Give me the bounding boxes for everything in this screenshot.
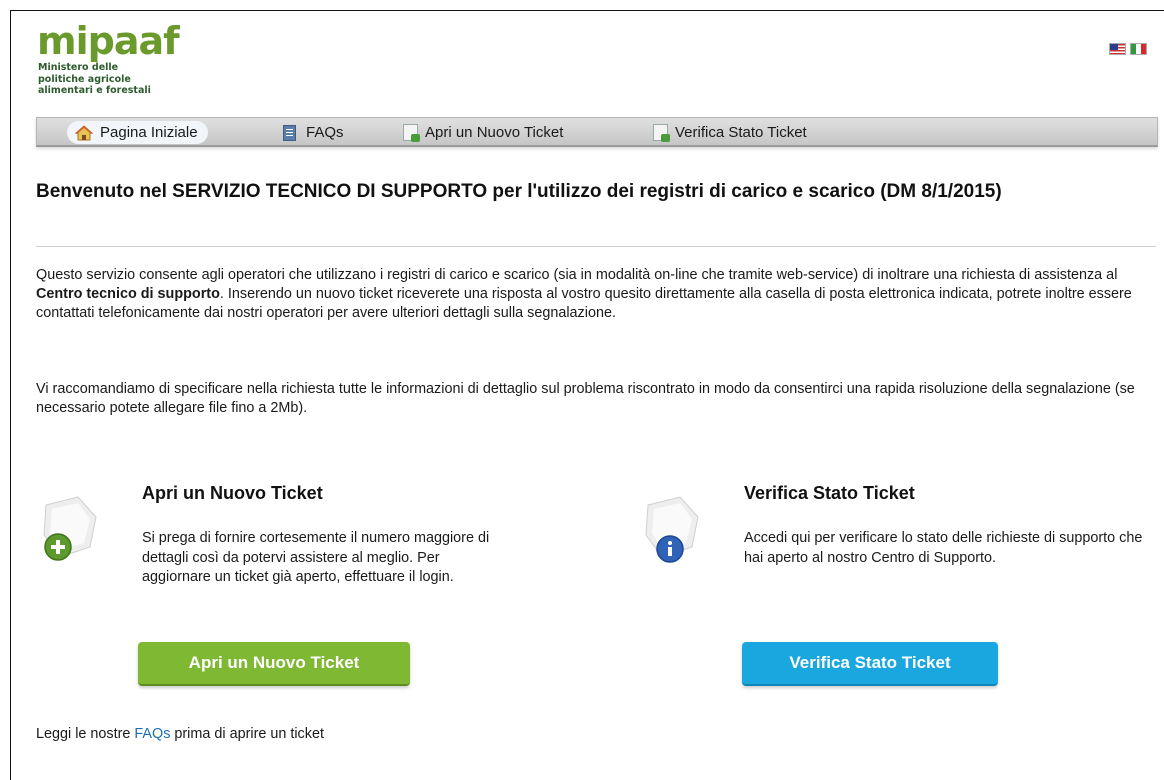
nav-item-home[interactable]: Pagina Iniziale [67,121,208,144]
main-nav: Pagina Iniziale FAQs Apri un Nuovo Ticke… [36,117,1158,147]
italy-flag-icon[interactable] [1130,43,1147,55]
card-description: Si prega di fornire cortesemente il nume… [142,530,490,585]
us-flag-icon[interactable] [1109,43,1126,55]
new-ticket-card: Apri un Nuovo Ticket Si prega di fornire… [38,483,489,703]
site-header: mipaaf Ministero delle politiche agricol… [37,22,1157,106]
mipaaf-logo[interactable]: mipaaf [37,22,180,60]
nav-label: Verifica Stato Ticket [675,124,807,141]
nav-item-new-ticket[interactable]: Apri un Nuovo Ticket [395,121,573,144]
intro-bold-text: Centro tecnico di supporto [36,286,220,302]
note-text: Leggi le nostre [36,726,135,742]
faqs-link[interactable]: FAQs [134,726,170,742]
logo-subtitle-line: Ministero delle [38,62,119,73]
check-ticket-status-button[interactable]: Verifica Stato Ticket [742,642,998,686]
card-description: Accedi qui per verificare lo stato delle… [744,530,1143,566]
page-title: Benvenuto nel SERVIZIO TECNICO DI SUPPOR… [36,181,1002,202]
intro-paragraph: Questo servizio consente agli operatori … [36,266,1156,323]
info-ticket-icon [640,495,704,567]
logo-subtitle-line: alimentari e forestali [38,85,151,96]
document-icon [283,124,296,141]
logo-subtitle-line: politiche agricole [38,73,131,85]
home-icon [74,124,94,142]
language-flags [1109,43,1147,55]
logo-subtitle: Ministero delle politiche agricole alime… [38,62,198,97]
divider [36,246,1156,247]
note-text: prima di aprire un ticket [170,726,324,742]
nav-label: Apri un Nuovo Ticket [425,124,564,141]
open-new-ticket-button[interactable]: Apri un Nuovo Ticket [138,642,410,686]
nav-item-faqs[interactable]: FAQs [275,121,354,144]
card-title: Apri un Nuovo Ticket [142,483,323,503]
new-ticket-icon [38,495,102,567]
faq-note: Leggi le nostre FAQs prima di aprire un … [36,726,324,742]
recommendation-paragraph: Vi raccomandiamo di specificare nella ri… [36,381,1135,416]
new-ticket-icon [403,124,420,142]
check-ticket-icon [653,124,670,142]
nav-label: FAQs [306,124,344,141]
intro-text: Questo servizio consente agli operatori … [36,267,1118,283]
check-ticket-card: Verifica Stato Ticket Accedi qui per ver… [640,483,1142,703]
card-title: Verifica Stato Ticket [744,483,915,503]
nav-item-check-ticket[interactable]: Verifica Stato Ticket [645,121,817,144]
nav-label: Pagina Iniziale [100,124,198,141]
